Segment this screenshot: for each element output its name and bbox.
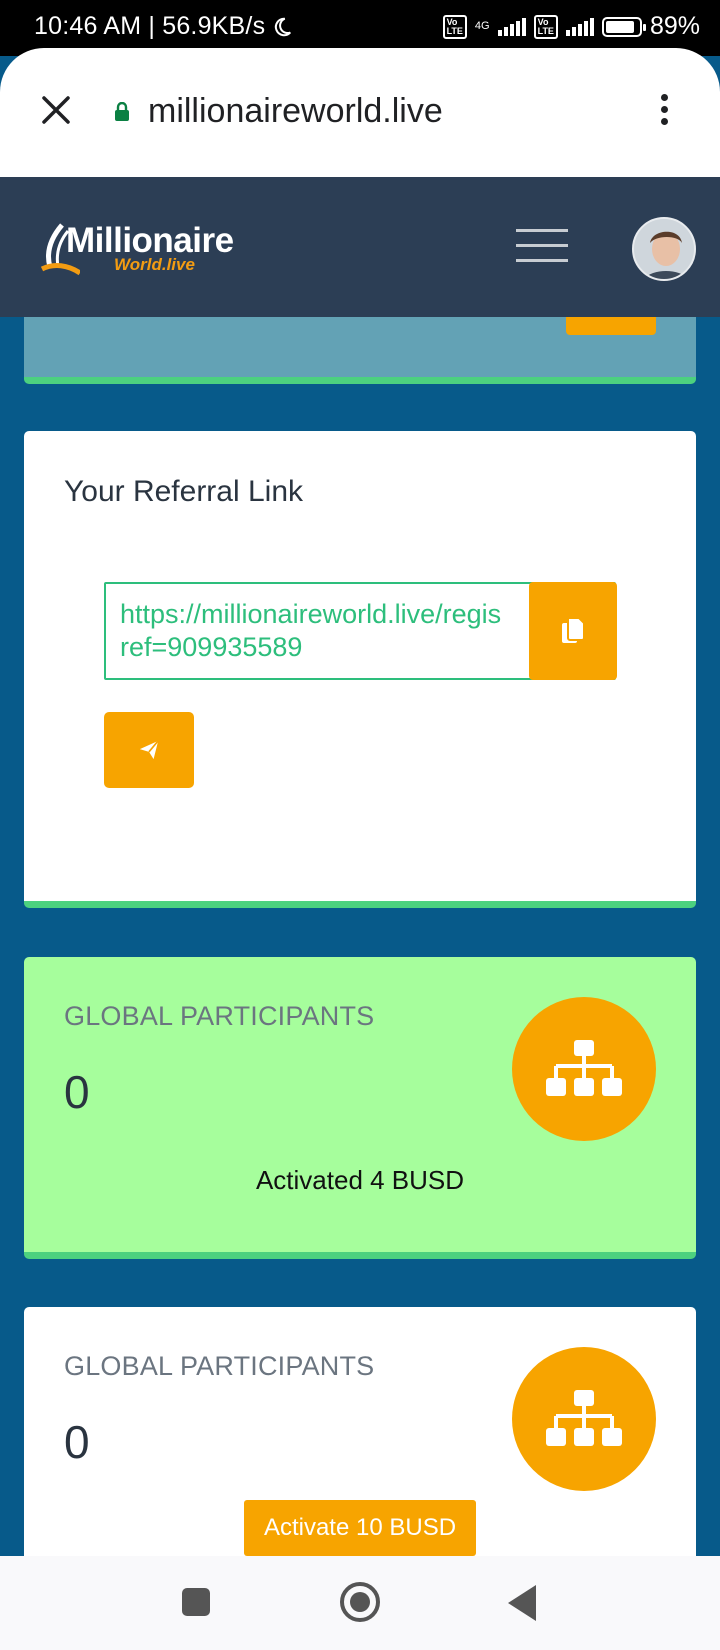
- lock-icon: [115, 102, 129, 121]
- avatar-image: [634, 219, 694, 279]
- signal-icon-2: [565, 17, 594, 36]
- recent-apps-icon[interactable]: [182, 1588, 210, 1616]
- more-vert-icon[interactable]: [652, 94, 676, 130]
- referral-link-line2: ref=909935589: [120, 632, 303, 662]
- activate-button[interactable]: Activate 10 BUSD: [244, 1500, 476, 1556]
- avatar[interactable]: [632, 217, 696, 281]
- card-label: GLOBAL PARTICIPANTS: [64, 1351, 375, 1381]
- home-icon[interactable]: [340, 1582, 380, 1622]
- activated-status: Activated 4 BUSD: [255, 1165, 465, 1195]
- site-header: Millionaire World.live: [0, 177, 720, 317]
- participants-count: 0: [64, 1416, 90, 1468]
- volte-badge: Vo LTE: [442, 14, 467, 39]
- system-nav-bar: [0, 1556, 720, 1650]
- url-bar[interactable]: millionaireworld.live: [148, 92, 443, 131]
- referral-card: Your Referral Link https://millionairewo…: [24, 431, 696, 908]
- volte-badge-2: Vo LTE: [533, 14, 558, 39]
- copy-link-button[interactable]: [529, 582, 617, 680]
- telegram-send-icon: [139, 740, 159, 760]
- participants-count: 0: [64, 1066, 90, 1118]
- moon-icon: [275, 17, 292, 36]
- status-left: 10:46 AM | 56.9KB/s: [34, 12, 293, 41]
- referral-link-line1: https://millionaireworld.live/regis: [120, 599, 502, 629]
- sitemap-icon-badge: [512, 1347, 656, 1491]
- status-time: 10:46 AM | 56.9KB/s: [34, 12, 266, 40]
- global-participants-card-4: GLOBAL PARTICIPANTS 0 Activated 4 BUSD: [24, 957, 696, 1259]
- sitemap-icon: [546, 1040, 622, 1096]
- share-telegram-button[interactable]: [104, 712, 194, 788]
- back-icon[interactable]: [508, 1585, 536, 1621]
- site-logo[interactable]: Millionaire World.live: [40, 221, 240, 281]
- sitemap-icon: [546, 1390, 622, 1446]
- logo-subtext: World.live: [114, 255, 195, 274]
- battery-level: 89%: [649, 12, 700, 40]
- referral-title: Your Referral Link: [64, 475, 304, 508]
- copy-icon: [562, 617, 585, 643]
- menu-icon[interactable]: [516, 229, 568, 263]
- card-label: GLOBAL PARTICIPANTS: [64, 1001, 375, 1031]
- close-icon[interactable]: [38, 92, 74, 128]
- sitemap-icon-badge: [512, 997, 656, 1141]
- network-type: 4G: [474, 20, 490, 32]
- browser-toolbar: millionaireworld.live: [0, 48, 720, 178]
- battery-icon: [601, 16, 646, 37]
- signal-icon: [497, 17, 526, 36]
- referral-link-text: https://millionaireworld.live/regis ref=…: [120, 598, 540, 664]
- status-right: Vo LTE 4G Vo LTE 89%: [442, 12, 700, 41]
